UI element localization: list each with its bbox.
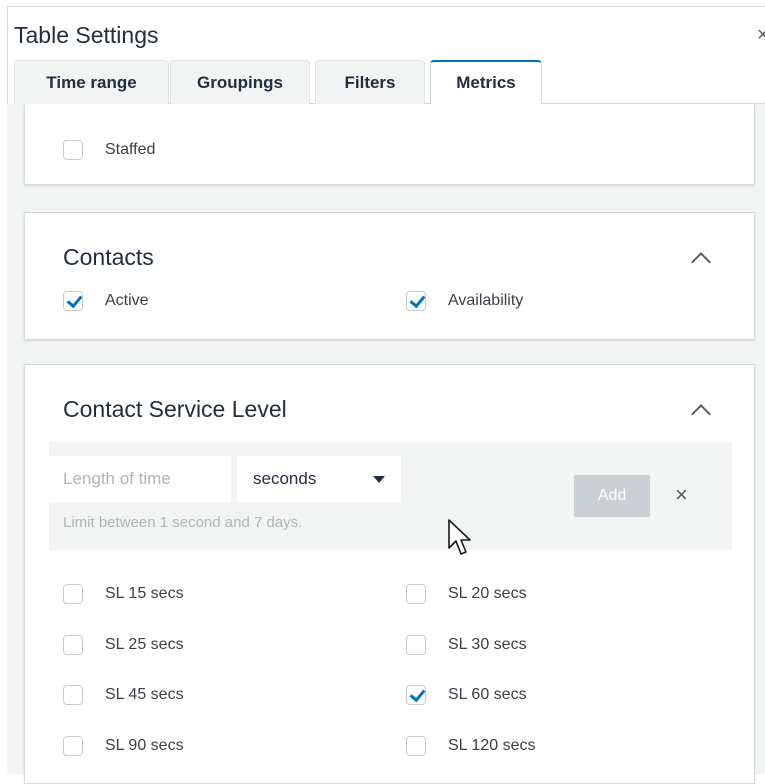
mouse-pointer-icon [448,519,471,555]
service-level-title: Contact Service Level [63,396,287,422]
tab-filters[interactable]: Filters [315,60,425,104]
tab-label: Filters [344,72,396,92]
checkbox-label: SL 15 secs [105,585,184,602]
checkbox-label: SL 25 secs [105,636,184,653]
contacts-title: Contacts [63,244,154,270]
service-level-card: Contact Service Level seconds Limit betw… [24,364,755,784]
checkbox-label: SL 45 secs [105,686,184,703]
checkbox-staffed[interactable]: Staffed [63,140,155,160]
checkbox-box[interactable] [406,635,426,655]
checkbox-sl-45[interactable]: SL 45 secs [63,685,184,705]
checkbox-box[interactable] [63,736,83,756]
add-button[interactable]: Add [574,475,650,517]
checkbox-sl-30[interactable]: SL 30 secs [406,635,527,655]
checkbox-label: SL 60 secs [448,686,527,703]
checkbox-availability[interactable]: Availability [406,291,523,311]
checkbox-sl-90[interactable]: SL 90 secs [63,736,184,756]
close-icon[interactable]: × [757,24,765,47]
checkbox-box[interactable] [63,685,83,705]
checkbox-label: SL 20 secs [448,585,527,602]
chevron-up-icon[interactable] [691,252,711,272]
staffed-card: Staffed [24,104,755,185]
close-icon[interactable]: × [675,482,688,508]
checkbox-sl-15[interactable]: SL 15 secs [63,584,184,604]
checkbox-box[interactable] [406,584,426,604]
checkbox-sl-25[interactable]: SL 25 secs [63,635,184,655]
tab-bar: Time range Groupings Filters Metrics [14,60,765,105]
checkbox-box[interactable] [63,635,83,655]
checkbox-sl-20[interactable]: SL 20 secs [406,584,527,604]
caret-down-icon [373,476,385,483]
checkbox-sl-60[interactable]: SL 60 secs [406,685,527,705]
checkbox-label: Availability [448,292,524,309]
checkbox-active[interactable]: Active [63,291,149,311]
checkbox-box[interactable] [63,584,83,604]
length-of-time-input[interactable] [49,456,231,502]
tab-label: Time range [46,72,137,92]
limit-hint: Limit between 1 second and 7 days. [63,514,303,531]
checkbox-box[interactable] [406,736,426,756]
tab-label: Metrics [456,73,516,92]
chevron-up-icon[interactable] [691,404,711,424]
checkbox-label: SL 90 secs [105,737,184,754]
tab-label: Groupings [197,72,283,92]
checkbox-sl-120[interactable]: SL 120 secs [406,736,535,756]
tab-time-range[interactable]: Time range [14,60,169,104]
contacts-card: Contacts Active Availability [24,212,755,340]
checkbox-label: SL 30 secs [448,636,527,653]
checkbox-label: Active [105,292,149,309]
dialog-title: Table Settings [14,22,159,48]
tab-groupings[interactable]: Groupings [170,60,310,104]
time-unit-select[interactable]: seconds [237,456,401,502]
checkbox-label: SL 120 secs [448,737,536,754]
checkbox-label: Staffed [105,141,156,158]
custom-sl-panel: seconds Limit between 1 second and 7 day… [49,442,732,550]
checkmark-icon[interactable] [406,685,426,705]
checkbox-box[interactable] [63,140,83,160]
time-unit-value: seconds [253,469,317,488]
checkmark-icon[interactable] [63,291,83,311]
checkmark-icon[interactable] [406,291,426,311]
tab-metrics[interactable]: Metrics [430,60,542,105]
